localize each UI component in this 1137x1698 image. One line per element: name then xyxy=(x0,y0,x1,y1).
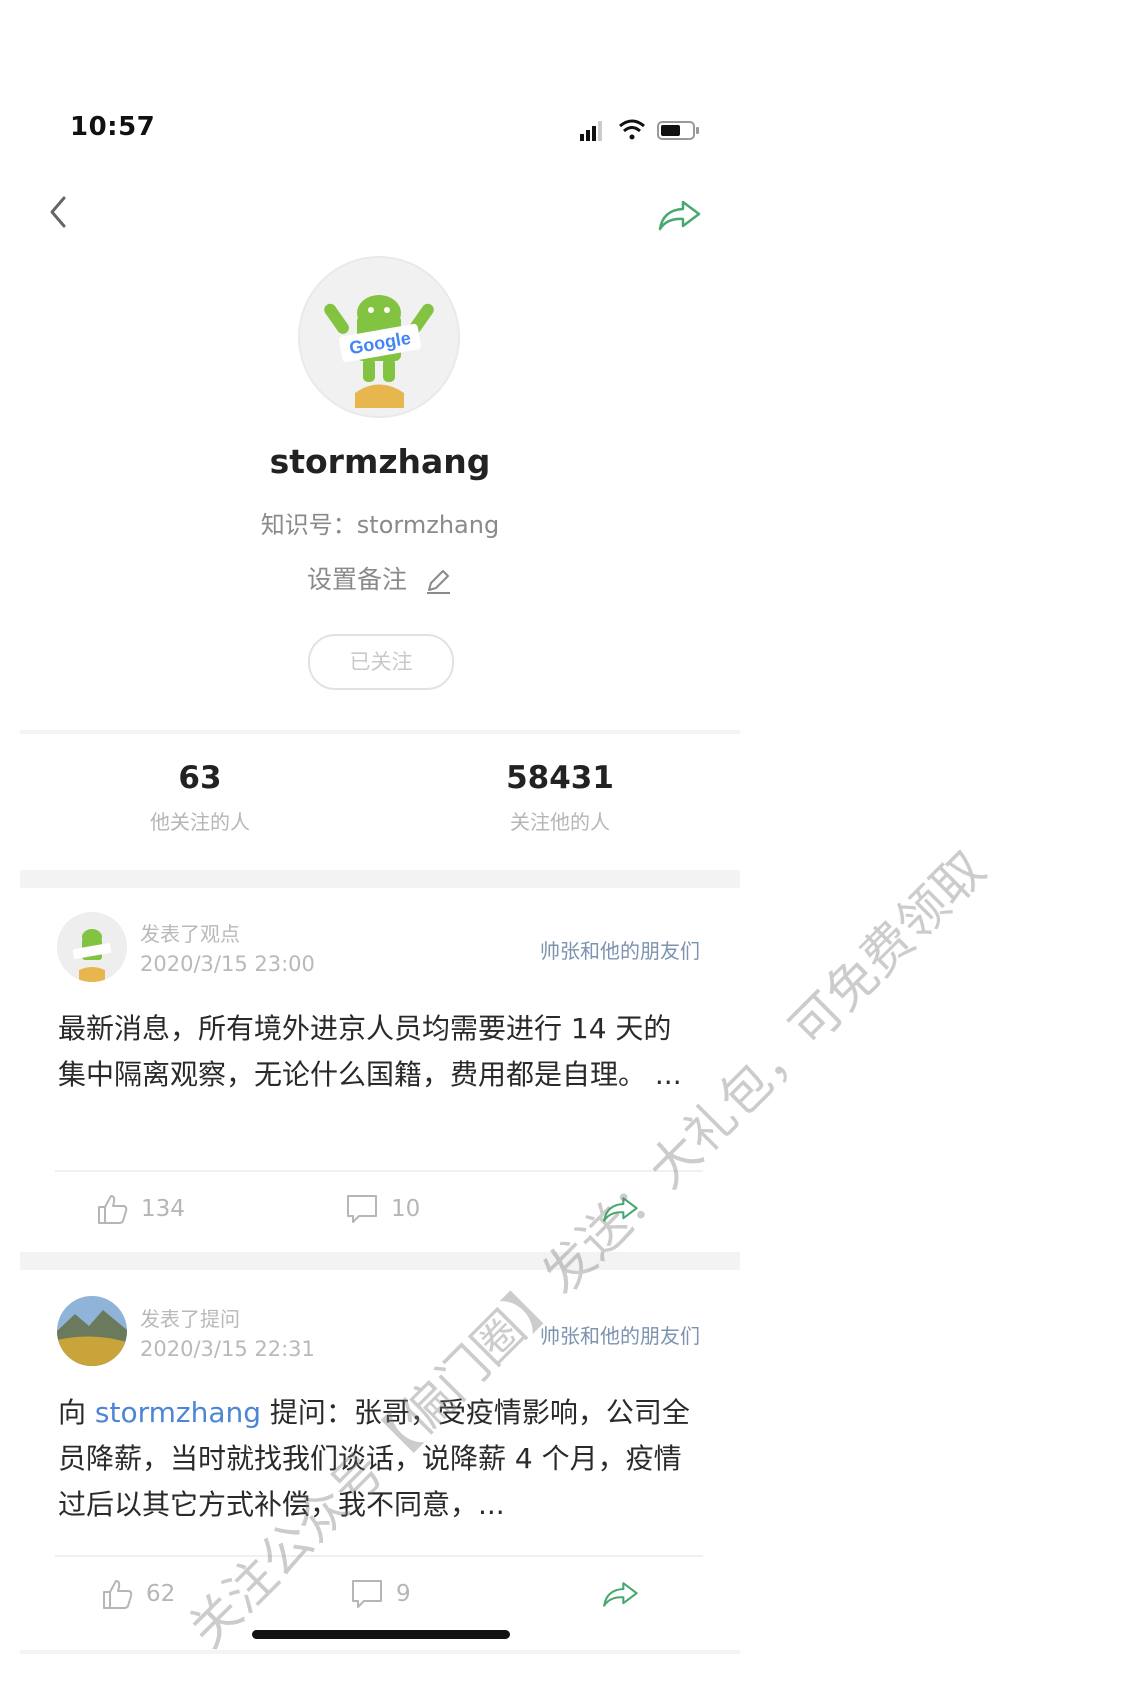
set-remark-label: 设置备注 xyxy=(307,565,408,594)
followers-count: 58431 xyxy=(506,760,614,796)
profile-username: stormzhang xyxy=(269,442,491,481)
thumbs-up-icon xyxy=(98,1195,128,1224)
battery-icon xyxy=(657,121,699,140)
comment-icon xyxy=(352,1580,382,1608)
zhishi-label: 知识号： xyxy=(260,511,357,539)
share-icon[interactable] xyxy=(600,1192,640,1226)
status-time: 10:57 xyxy=(70,112,156,142)
post-separator xyxy=(55,1170,703,1172)
share-icon[interactable] xyxy=(655,196,703,234)
post-time: 2020/3/15 23:00 xyxy=(140,952,315,976)
share-icon[interactable] xyxy=(600,1577,640,1611)
section-divider xyxy=(20,1252,740,1270)
android-google-avatar-image xyxy=(57,912,127,982)
post-body-prefix: 向 xyxy=(58,1396,95,1429)
home-indicator[interactable] xyxy=(252,1630,510,1639)
status-icons xyxy=(580,119,699,141)
following-button[interactable]: 已关注 xyxy=(308,634,454,690)
divider xyxy=(20,1650,740,1654)
back-chevron-icon[interactable] xyxy=(42,190,78,234)
pencil-icon xyxy=(426,570,450,594)
post-type: 发表了提问 xyxy=(140,1307,240,1331)
comment-button[interactable]: 10 xyxy=(345,1192,420,1226)
zhishi-id-row: 知识号：stormzhang xyxy=(0,505,760,540)
comment-count: 9 xyxy=(396,1581,411,1607)
android-google-avatar-image: Google xyxy=(300,258,458,416)
post-circle-link[interactable]: 帅张和他的朋友们 xyxy=(420,1320,700,1349)
set-remark-button[interactable]: 设置备注 xyxy=(0,560,760,596)
zhishi-id: stormzhang xyxy=(356,511,500,539)
signal-icon xyxy=(580,121,602,141)
landscape-avatar-image xyxy=(57,1296,127,1366)
post-avatar[interactable] xyxy=(57,912,127,982)
post-body[interactable]: 最新消息，所有境外进京人员均需要进行 14 天的集中隔离观察，无论什么国籍，费用… xyxy=(58,1006,698,1098)
comment-count: 10 xyxy=(391,1196,421,1222)
thumbs-up-icon xyxy=(103,1580,133,1609)
comment-icon xyxy=(347,1195,377,1223)
following-count-block[interactable]: 63 他关注的人 xyxy=(50,760,350,835)
post-body[interactable]: 向 stormzhang 提问：张哥，受疫情影响，公司全员降薪，当时就找我们谈话… xyxy=(58,1390,698,1528)
post-separator xyxy=(55,1555,703,1557)
followers-label: 关注他的人 xyxy=(510,810,610,834)
comment-button[interactable]: 9 xyxy=(350,1577,411,1611)
section-divider xyxy=(20,870,740,888)
post-avatar[interactable] xyxy=(57,1296,127,1366)
followers-count-block[interactable]: 58431 关注他的人 xyxy=(410,760,710,835)
post-time: 2020/3/15 22:31 xyxy=(140,1337,315,1361)
wifi-icon xyxy=(619,119,645,140)
profile-avatar[interactable]: Google xyxy=(300,258,458,416)
post-type: 发表了观点 xyxy=(140,922,240,946)
like-button[interactable]: 134 xyxy=(95,1192,185,1226)
following-count: 63 xyxy=(178,760,222,796)
like-count: 62 xyxy=(146,1581,176,1607)
following-label: 他关注的人 xyxy=(150,810,250,834)
post-circle-link[interactable]: 帅张和他的朋友们 xyxy=(420,935,700,964)
like-count: 134 xyxy=(141,1196,185,1222)
user-mention-link[interactable]: stormzhang xyxy=(95,1396,261,1429)
divider xyxy=(20,730,740,734)
like-button[interactable]: 62 xyxy=(100,1577,175,1611)
